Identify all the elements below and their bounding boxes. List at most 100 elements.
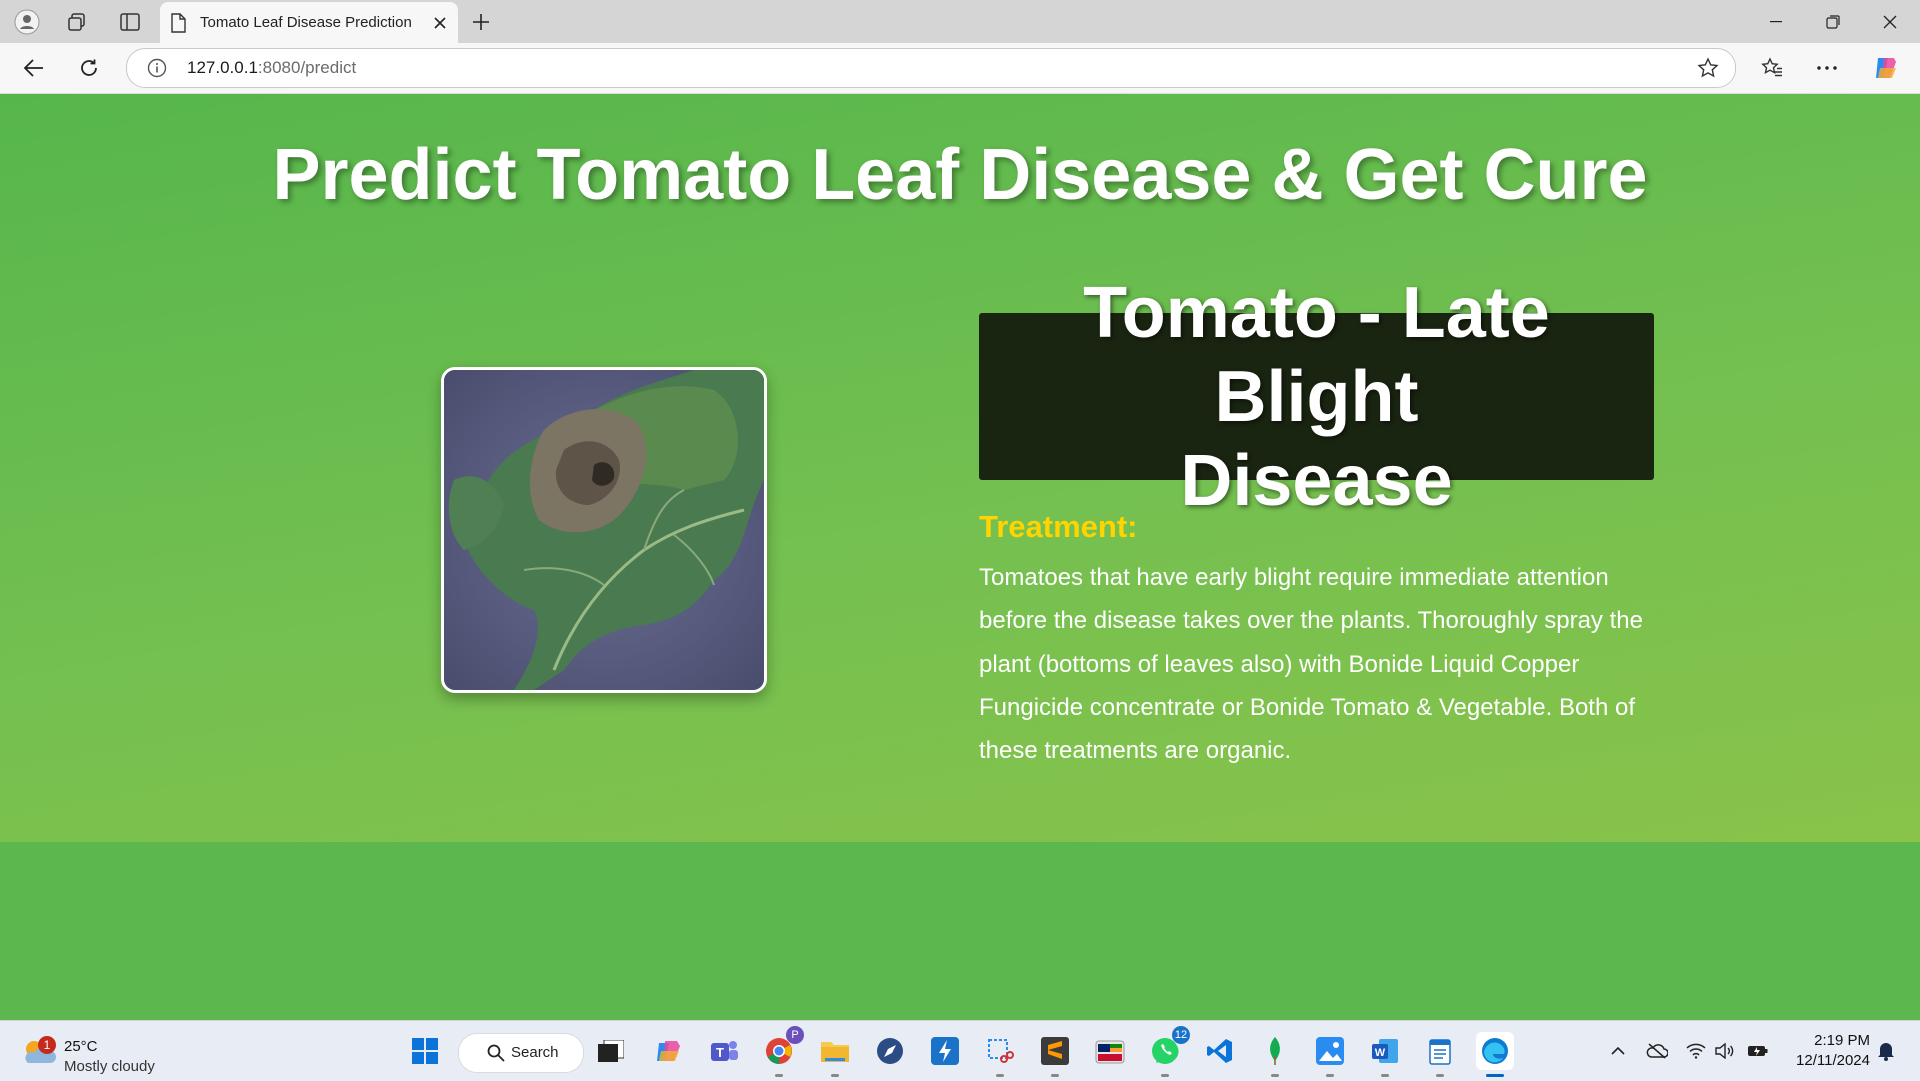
favorite-star-icon[interactable] bbox=[1697, 57, 1719, 84]
favorites-icon[interactable] bbox=[1756, 52, 1788, 84]
vscode-app[interactable] bbox=[1201, 1032, 1239, 1070]
treatment-description: Tomatoes that have early blight require … bbox=[979, 564, 1643, 765]
url-path: :8080/predict bbox=[257, 58, 357, 77]
svg-text:T: T bbox=[716, 1045, 724, 1060]
photos-icon bbox=[1316, 1037, 1344, 1065]
search-label: Search bbox=[511, 1044, 559, 1061]
profile-icon[interactable] bbox=[12, 7, 42, 37]
copilot-app[interactable] bbox=[650, 1032, 688, 1070]
running-indicator bbox=[1051, 1074, 1059, 1077]
wifi-icon[interactable] bbox=[1684, 1039, 1708, 1063]
browser-nav-bar: 127.0.0.1:8080/predict bbox=[0, 43, 1920, 94]
edge-app[interactable] bbox=[1476, 1032, 1514, 1077]
minimize-icon[interactable] bbox=[1748, 0, 1804, 43]
running-indicator bbox=[1381, 1074, 1389, 1077]
address-bar[interactable]: 127.0.0.1:8080/predict bbox=[126, 48, 1736, 88]
folder-icon bbox=[821, 1042, 849, 1062]
weather-alert-badge: 1 bbox=[38, 1036, 56, 1054]
page-icon bbox=[170, 13, 186, 38]
browser-app[interactable] bbox=[871, 1032, 909, 1070]
close-tab-icon[interactable] bbox=[430, 13, 450, 33]
active-indicator bbox=[1486, 1074, 1504, 1077]
code-editor-app[interactable] bbox=[926, 1032, 964, 1070]
windows-taskbar: 1 25°C Mostly cloudy Search T P 12 W 2:1… bbox=[0, 1020, 1920, 1081]
taskbar-clock[interactable]: 2:19 PM 12/11/2024 bbox=[1780, 1031, 1870, 1071]
treatment-label: Treatment: bbox=[979, 509, 1138, 544]
new-tab-icon[interactable] bbox=[466, 7, 496, 37]
chrome-profile-badge: P bbox=[786, 1026, 804, 1044]
leaf-photo bbox=[444, 370, 764, 690]
calendar-flag-icon bbox=[1095, 1040, 1125, 1064]
copilot-taskbar-icon bbox=[657, 1041, 680, 1061]
start-button[interactable] bbox=[406, 1032, 444, 1070]
snipping-tool-app[interactable] bbox=[981, 1032, 1019, 1077]
weather-temperature: 25°C bbox=[64, 1038, 98, 1055]
page-body: Predict Tomato Leaf Disease & Get Cure T… bbox=[0, 94, 1920, 842]
vertical-tabs-icon[interactable] bbox=[115, 7, 145, 37]
notification-bell-icon[interactable] bbox=[1874, 1039, 1898, 1063]
lightning-app-icon bbox=[931, 1037, 959, 1065]
running-indicator bbox=[1436, 1074, 1444, 1077]
running-indicator bbox=[1326, 1074, 1334, 1077]
url-text[interactable]: 127.0.0.1:8080/predict bbox=[187, 58, 356, 78]
scissors-icon bbox=[988, 1039, 1014, 1063]
task-view-app[interactable] bbox=[592, 1032, 630, 1070]
leaf-db-icon bbox=[1270, 1037, 1280, 1065]
close-window-icon[interactable] bbox=[1862, 0, 1918, 43]
page-footer-area bbox=[0, 842, 1920, 1020]
copilot-icon[interactable] bbox=[1870, 52, 1902, 84]
clock-time: 2:19 PM bbox=[1814, 1032, 1870, 1049]
search-icon bbox=[487, 1044, 505, 1062]
predicted-disease-name: Tomato - Late Blight Disease bbox=[979, 271, 1654, 523]
onedrive-offline-icon[interactable] bbox=[1645, 1039, 1669, 1063]
running-indicator bbox=[1271, 1074, 1279, 1077]
running-indicator bbox=[831, 1074, 839, 1077]
url-host: 127.0.0.1 bbox=[187, 58, 258, 77]
sublime-icon bbox=[1041, 1037, 1069, 1065]
site-info-icon[interactable] bbox=[147, 58, 167, 83]
edge-icon bbox=[1482, 1038, 1508, 1064]
uploaded-leaf-image bbox=[441, 367, 767, 693]
notepad-icon bbox=[1429, 1039, 1451, 1065]
sublime-text-app[interactable] bbox=[1036, 1032, 1074, 1077]
clock-date: 12/11/2024 bbox=[1796, 1052, 1870, 1069]
flag-app[interactable] bbox=[1091, 1032, 1129, 1070]
more-options-icon[interactable] bbox=[1811, 52, 1843, 84]
predicted-disease-banner: Tomato - Late Blight Disease bbox=[979, 273, 1654, 521]
browser-tab-bar: Tomato Leaf Disease Prediction bbox=[0, 0, 1920, 43]
file-explorer-app[interactable] bbox=[816, 1032, 854, 1077]
windows-logo-icon bbox=[412, 1038, 438, 1064]
photos-app[interactable] bbox=[1311, 1032, 1349, 1077]
disease-name-line-2: Disease bbox=[1180, 440, 1453, 521]
running-indicator bbox=[996, 1074, 1004, 1077]
task-view-icon bbox=[598, 1040, 624, 1062]
restore-icon[interactable] bbox=[1805, 0, 1861, 43]
notepad-app[interactable] bbox=[1421, 1032, 1459, 1077]
disease-name-line-1: Tomato - Late Blight bbox=[1083, 272, 1550, 437]
mongodb-app[interactable] bbox=[1256, 1032, 1294, 1077]
whatsapp-app[interactable]: 12 bbox=[1146, 1026, 1190, 1077]
battery-charging-icon[interactable] bbox=[1746, 1039, 1770, 1063]
teams-app[interactable]: T bbox=[705, 1032, 743, 1070]
workspaces-icon[interactable] bbox=[62, 7, 92, 37]
volume-icon[interactable] bbox=[1713, 1039, 1737, 1063]
word-app[interactable]: W bbox=[1366, 1032, 1404, 1077]
taskbar-search[interactable]: Search bbox=[458, 1033, 584, 1073]
weather-description: Mostly cloudy bbox=[64, 1058, 155, 1075]
running-indicator bbox=[775, 1074, 783, 1077]
word-icon: W bbox=[1372, 1039, 1398, 1063]
running-indicator bbox=[1161, 1074, 1169, 1077]
page-heading: Predict Tomato Leaf Disease & Get Cure bbox=[272, 135, 1648, 215]
vscode-icon bbox=[1207, 1039, 1232, 1063]
compass-browser-icon bbox=[877, 1038, 903, 1064]
whatsapp-unread-badge: 12 bbox=[1172, 1026, 1190, 1044]
weather-widget[interactable]: 1 25°C Mostly cloudy bbox=[20, 1029, 170, 1075]
teams-icon: T bbox=[711, 1041, 738, 1061]
tab-title: Tomato Leaf Disease Prediction bbox=[200, 14, 412, 31]
svg-text:W: W bbox=[1375, 1047, 1386, 1059]
chrome-app[interactable]: P bbox=[760, 1026, 804, 1077]
active-tab[interactable]: Tomato Leaf Disease Prediction bbox=[160, 2, 458, 43]
back-icon[interactable] bbox=[18, 52, 50, 84]
show-hidden-icons-chevron-icon[interactable] bbox=[1606, 1039, 1630, 1063]
refresh-icon[interactable] bbox=[73, 52, 105, 84]
